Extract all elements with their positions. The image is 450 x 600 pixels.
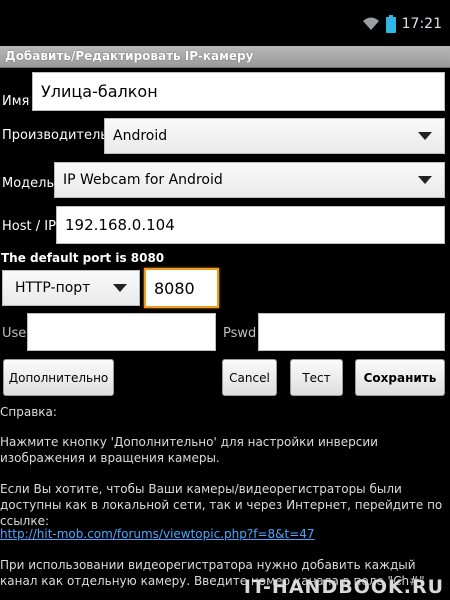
dialog-title: Добавить/Редактировать IP-камеру	[5, 49, 254, 63]
dialog-title-bar: Добавить/Редактировать IP-камеру	[0, 46, 450, 68]
manufacturer-select-value: Android	[113, 128, 168, 144]
forum-link[interactable]: http://hit-mob.com/forums/viewtopic.php?…	[0, 526, 448, 542]
protocol-select[interactable]: HTTP-порт	[2, 270, 140, 306]
dropdown-arrow-icon	[113, 284, 127, 292]
test-button[interactable]: Тест	[290, 359, 343, 396]
manufacturer-label: Производитель	[2, 128, 108, 143]
battery-icon	[385, 15, 396, 33]
help-paragraph-remote: Если Вы хотите, чтобы Ваши камеры/видеор…	[0, 482, 443, 528]
help-paragraph-advanced: Нажмите кнопку 'Дополнительно' для настр…	[0, 435, 378, 465]
wifi-icon	[362, 17, 380, 31]
host-label: Host / IP	[2, 219, 56, 234]
port-input[interactable]: 8080	[144, 268, 219, 308]
dropdown-arrow-icon	[418, 176, 432, 184]
status-icons: 17:21	[362, 14, 442, 34]
cancel-button[interactable]: Cancel	[222, 359, 277, 396]
watermark-logo: IT-HANDBOOK.RU	[243, 576, 444, 598]
status-time: 17:21	[401, 16, 442, 32]
protocol-select-value: HTTP-порт	[15, 280, 91, 296]
password-label: Pswd	[223, 326, 257, 341]
save-button[interactable]: Сохранить	[355, 359, 445, 396]
name-input[interactable]: Улица-балкон	[32, 72, 445, 111]
model-select[interactable]: IP Webcam for Android	[54, 162, 445, 198]
advanced-button[interactable]: Дополнительно	[3, 359, 114, 396]
name-label: Имя	[2, 94, 30, 109]
status-bar: 17:21	[0, 0, 450, 46]
password-input[interactable]	[258, 313, 445, 351]
model-select-value: IP Webcam for Android	[63, 172, 223, 188]
user-input[interactable]	[27, 313, 216, 351]
default-port-note: The default port is 8080	[1, 251, 165, 265]
help-heading: Справка:	[0, 405, 57, 419]
manufacturer-select[interactable]: Android	[104, 118, 445, 154]
model-label: Модель	[2, 176, 55, 191]
dropdown-arrow-icon	[418, 132, 432, 140]
host-input[interactable]: 192.168.0.104	[56, 206, 445, 244]
